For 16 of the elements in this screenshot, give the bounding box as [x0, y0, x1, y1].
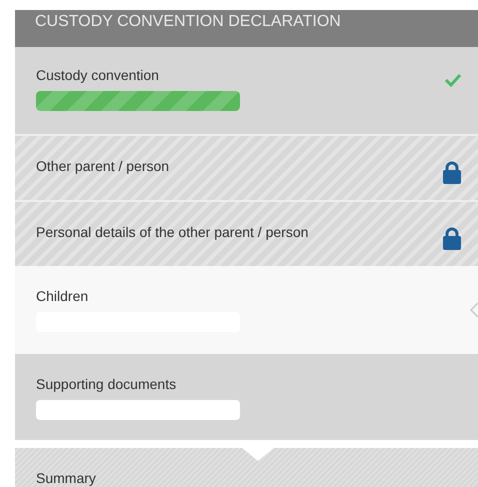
chevron-left-icon	[470, 302, 478, 318]
step-label: Children	[36, 287, 90, 306]
step-label: Other parent / person	[36, 157, 170, 176]
header-title: CUSTODY CONVENTION DECLARATION	[35, 12, 342, 32]
check-icon	[444, 73, 462, 87]
step-row[interactable]: Supporting documents	[15, 354, 478, 440]
step-row[interactable]: Custody convention	[15, 47, 478, 134]
step-row[interactable]: Children	[15, 266, 478, 354]
step-label: Supporting documents	[36, 375, 178, 394]
lock-icon	[440, 226, 464, 250]
notch-icon	[241, 447, 275, 461]
lock-icon	[440, 160, 464, 184]
step-label: Personal details of the other parent / person	[36, 223, 308, 242]
step-label: Summary	[36, 469, 96, 487]
step-label: Custody convention	[36, 66, 160, 85]
step-row[interactable]: Summary	[15, 448, 478, 487]
